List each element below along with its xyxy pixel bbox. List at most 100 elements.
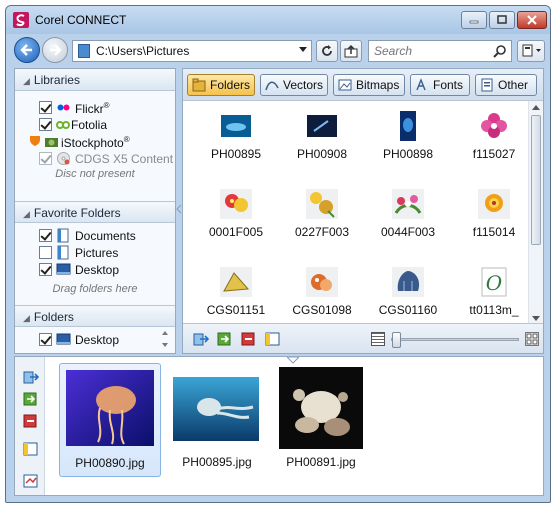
content-item[interactable]: PH00898: [365, 101, 451, 173]
filter-vectors-button[interactable]: Vectors: [260, 74, 328, 96]
content-item[interactable]: 0001F005: [193, 179, 279, 251]
content-item[interactable]: PH00908: [279, 101, 365, 173]
favorite-checkbox[interactable]: [39, 246, 52, 259]
parent-folder-button[interactable]: [340, 40, 362, 62]
flower-clipart-thumbnail: [392, 189, 424, 219]
jellyfish-photo: [66, 370, 154, 446]
add-to-tray-icon[interactable]: [217, 331, 233, 347]
open-tray-icon[interactable]: [265, 331, 281, 347]
folder-checkbox[interactable]: [39, 333, 52, 346]
content-item[interactable]: f115014: [451, 179, 529, 251]
content-item[interactable]: CGS01160: [365, 257, 451, 325]
add-to-tray-icon[interactable]: [23, 391, 39, 407]
open-tray-icon[interactable]: [23, 441, 39, 457]
flickr-icon: [57, 104, 70, 111]
tray-toolbar: [15, 357, 45, 495]
library-checkbox[interactable]: [39, 152, 52, 165]
maximize-button[interactable]: [489, 11, 515, 29]
scrollbar-thumb[interactable]: [531, 115, 541, 245]
library-label: Fotolia: [71, 118, 108, 132]
title-bar: Corel CONNECT: [6, 6, 550, 34]
content-panel: Folders Vectors Bitmaps Fonts Other PH00…: [182, 68, 544, 354]
content-scrollbar[interactable]: [528, 101, 543, 325]
slider-knob[interactable]: [392, 332, 401, 348]
arrow-right-icon: [50, 44, 62, 56]
thumbnail-size-slider[interactable]: [391, 332, 519, 348]
tray-item[interactable]: PH00890.jpg: [59, 363, 161, 477]
remove-from-tray-icon[interactable]: [23, 413, 39, 429]
shield-icon: [30, 136, 40, 146]
flower-clipart-thumbnail: [478, 189, 510, 219]
filter-other-button[interactable]: Other: [475, 74, 537, 96]
flower-clipart-thumbnail: [306, 189, 338, 219]
content-item[interactable]: PH00895: [193, 101, 279, 173]
folder-up-icon: [344, 44, 358, 58]
corel-app-icon: [13, 12, 29, 28]
path-field[interactable]: C:\Users\Pictures: [72, 40, 312, 62]
tray-item-label: PH00891.jpg: [286, 455, 356, 469]
send-to-app-icon[interactable]: [193, 331, 209, 347]
expand-triangle-icon: ◢: [23, 209, 30, 219]
corel-connect-window: Corel CONNECT C:\Users\Pictures Search ◢…: [5, 5, 551, 503]
window-title: Corel CONNECT: [35, 13, 127, 27]
tray-settings-icon[interactable]: [23, 473, 39, 489]
flower-clipart-thumbnail: [220, 189, 252, 219]
address-toolbar: C:\Users\Pictures: [6, 34, 550, 68]
documents-folder-icon: [57, 228, 69, 243]
small-thumbnails-icon[interactable]: [371, 332, 385, 346]
font-icon: [416, 78, 426, 91]
seashells-photo: [279, 367, 363, 449]
search-input[interactable]: [369, 41, 489, 61]
search-field[interactable]: [368, 40, 512, 62]
path-text: C:\Users\Pictures: [96, 44, 190, 58]
content-item[interactable]: CGS01151: [193, 257, 279, 325]
library-checkbox[interactable]: [39, 118, 52, 131]
tray-item[interactable]: PH00891.jpg: [271, 363, 371, 477]
photo-thumbnail: [400, 111, 416, 141]
large-thumbnails-icon[interactable]: [525, 332, 539, 346]
library-checkbox[interactable]: [39, 101, 52, 114]
other-files-icon: [481, 78, 493, 92]
refresh-button[interactable]: [316, 40, 338, 62]
content-item[interactable]: 0044F003: [365, 179, 451, 251]
favorite-checkbox[interactable]: [39, 229, 52, 242]
content-item[interactable]: O tt0113m_: [451, 257, 529, 325]
clipart-thumbnail: [306, 267, 338, 297]
content-item[interactable]: f115027: [451, 101, 529, 173]
filter-folders-button[interactable]: Folders: [187, 74, 255, 96]
scroll-down-icon[interactable]: [532, 316, 540, 322]
chevron-down-icon[interactable]: [299, 47, 307, 53]
folder-scroll-arrows-icon[interactable]: [161, 329, 169, 349]
minimize-button[interactable]: [461, 11, 487, 29]
close-button[interactable]: [517, 11, 547, 29]
tray-item[interactable]: PH00895.jpg: [167, 363, 267, 477]
back-button[interactable]: [14, 37, 40, 63]
favorite-label: Documents: [75, 229, 136, 243]
content-item[interactable]: 0227F003: [279, 179, 365, 251]
flower-clipart-thumbnail: [481, 113, 507, 138]
view-menu-button[interactable]: [517, 40, 545, 62]
send-to-app-icon[interactable]: [23, 369, 39, 385]
search-icon[interactable]: [493, 44, 507, 58]
library-label: Flickr: [75, 102, 104, 116]
forward-button[interactable]: [42, 37, 68, 63]
favorite-checkbox[interactable]: [39, 263, 52, 276]
scroll-up-icon[interactable]: [532, 104, 540, 110]
expand-triangle-icon: ◢: [23, 313, 30, 323]
photo-thumbnail: [221, 115, 251, 137]
tray-panel: PH00890.jpg PH00895.jpg PH00891.jpg: [14, 356, 544, 496]
octopus-photo: [173, 377, 259, 441]
library-label: CDGS X5 Content: [75, 152, 174, 166]
favorite-label: Desktop: [75, 263, 120, 277]
opentype-font-icon: O: [481, 267, 507, 297]
istockphoto-icon: [45, 138, 58, 147]
libraries-header[interactable]: ◢ Libraries: [15, 69, 175, 91]
remove-from-tray-icon[interactable]: [241, 331, 257, 347]
filter-bitmaps-button[interactable]: Bitmaps: [333, 74, 405, 96]
filter-toolbar: Folders Vectors Bitmaps Fonts Other: [183, 69, 543, 101]
folders-header[interactable]: ◢ Folders: [15, 305, 175, 327]
content-item[interactable]: CGS01098: [279, 257, 365, 325]
favorite-folders-header[interactable]: ◢ Favorite Folders: [15, 201, 175, 223]
pictures-folder-icon: [57, 245, 69, 260]
filter-fonts-button[interactable]: Fonts: [410, 74, 470, 96]
